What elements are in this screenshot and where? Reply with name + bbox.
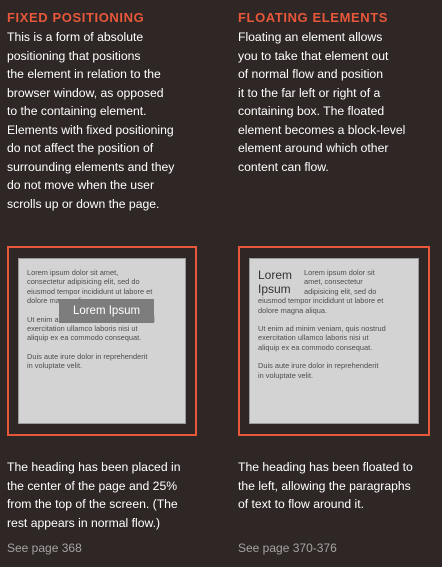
example-frame: Lorem ipsum dolor sit amet, consectetur … — [7, 246, 197, 436]
example-line: consectetur adipisicing elit, sed do — [27, 277, 140, 287]
description-line: element around which other — [238, 141, 389, 155]
example-line: Duis aute irure dolor in reprehenderit — [258, 361, 379, 371]
example-caption: The heading has been floated to the left… — [238, 458, 440, 514]
caption-line: of text to flow around it. — [238, 497, 365, 511]
caption-line: from the top of the screen. (The — [7, 497, 178, 511]
description-line: you to take that element out — [238, 48, 389, 63]
description-line: content can flow. — [238, 159, 329, 174]
example-line: exercitation ullamco laboris nisi ut — [258, 333, 369, 343]
example-paragraph: Duis aute irure dolor in reprehenderit i… — [27, 352, 177, 371]
caption-line: rest appears in normal flow.) — [7, 515, 161, 530]
section-heading: FLOATING ELEMENTS — [238, 10, 389, 25]
example-line: in voluptate velit. — [258, 370, 314, 380]
example-line: dolore magna aliqua. — [258, 305, 328, 315]
caption-line: The heading has been placed in — [7, 460, 181, 474]
caption-line: the center of the page and 25% — [7, 478, 178, 493]
example-line: Ut enim ad minim veniam, quis nostrud — [258, 324, 386, 334]
example-line: in voluptate velit. — [27, 361, 83, 371]
fixed-heading-box: Lorem Ipsum — [59, 299, 154, 323]
description-line: positioning that positions — [7, 48, 141, 63]
floated-heading: Lorem Ipsum — [258, 268, 302, 296]
example-paragraph: Ut enim ad minim veniam, quis nostrud ex… — [258, 324, 410, 352]
example-page: Lorem ipsum dolor sit amet, consectetur … — [18, 258, 186, 424]
description-line: surrounding elements and they — [7, 159, 175, 174]
example-line: eiusmod tempor incididunt ut labore et — [27, 286, 153, 296]
example-page: Lorem Ipsum Lorem ipsum dolor sit amet, … — [249, 258, 419, 424]
example-paragraph: Lorem Ipsum Lorem ipsum dolor sit amet, … — [258, 268, 410, 315]
description-line: to the containing element. — [7, 104, 147, 118]
caption-line: The heading has been floated to — [238, 460, 413, 474]
example-line: Lorem ipsum dolor sit amet, — [27, 268, 119, 277]
description-line: do not affect the position of — [7, 141, 154, 155]
description-line: browser window, as opposed — [7, 85, 164, 100]
description-line: do not move when the user — [7, 178, 155, 192]
description-line: of normal flow and position — [238, 67, 383, 81]
section-heading: FIXED POSITIONING — [7, 10, 145, 25]
example-line: aliquip ex ea commodo consequat. — [258, 342, 373, 352]
example-paragraph: Duis aute irure dolor in reprehenderit i… — [258, 361, 410, 380]
description-line: scrolls up or down the page. — [7, 196, 160, 211]
caption-line: the left, allowing the paragraphs — [238, 478, 411, 493]
page-reference: See page 370-376 — [238, 541, 337, 555]
page-reference: See page 368 — [7, 541, 82, 555]
floated-heading-text: Lorem Ipsum — [258, 268, 293, 296]
section-description: This is a form of absolute positioning t… — [7, 28, 209, 213]
example-line: aliquip ex ea commodo consequat. — [27, 333, 142, 343]
description-line: element becomes a block-level — [238, 122, 406, 137]
example-line: eiusmod tempor incididunt ut labore et — [258, 296, 384, 306]
example-caption: The heading has been placed in the cente… — [7, 458, 209, 532]
description-line: Floating an element allows — [238, 30, 383, 44]
example-line: Duis aute irure dolor in reprehenderit — [27, 351, 148, 361]
description-line: it to the far left or right of a — [238, 85, 381, 100]
description-line: the element in relation to the — [7, 67, 161, 81]
description-line: containing box. The floated — [238, 104, 385, 118]
example-line: exercitation ullamco laboris nisi ut — [27, 324, 138, 334]
description-line: Elements with fixed positioning — [7, 122, 174, 137]
description-line: This is a form of absolute — [7, 30, 144, 44]
section-description: Floating an element allows you to take t… — [238, 28, 440, 176]
example-frame: Lorem Ipsum Lorem ipsum dolor sit amet, … — [238, 246, 430, 436]
